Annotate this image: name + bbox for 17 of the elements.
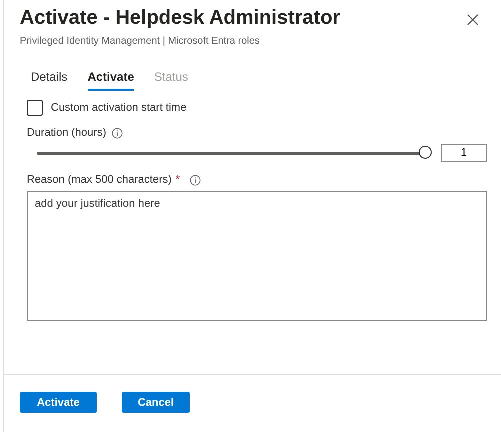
reason-label: Reason (max 500 characters)	[27, 174, 172, 186]
close-icon[interactable]	[467, 14, 479, 26]
duration-label: Duration (hours)	[27, 127, 106, 139]
slider-thumb[interactable]	[419, 146, 432, 158]
checkbox[interactable]	[27, 100, 43, 116]
footer-button[interactable]: Activate	[20, 392, 97, 413]
duration-input[interactable]: 1	[441, 144, 487, 162]
reason-field[interactable]: add your justification here	[27, 191, 487, 321]
footer-button[interactable]: Cancel	[122, 392, 190, 413]
tab[interactable]: Details	[31, 70, 68, 91]
panel-title: Activate - Helpdesk Administrator	[20, 6, 340, 30]
required-mark: *	[176, 174, 180, 186]
info-icon[interactable]	[190, 174, 202, 186]
info-icon[interactable]	[112, 128, 124, 138]
checkbox-label: Custom activation start time	[51, 102, 187, 114]
tab[interactable]: Activate	[88, 70, 134, 91]
panel-subtitle: Privileged Identity Management | Microsoft Entra roles	[20, 36, 261, 47]
